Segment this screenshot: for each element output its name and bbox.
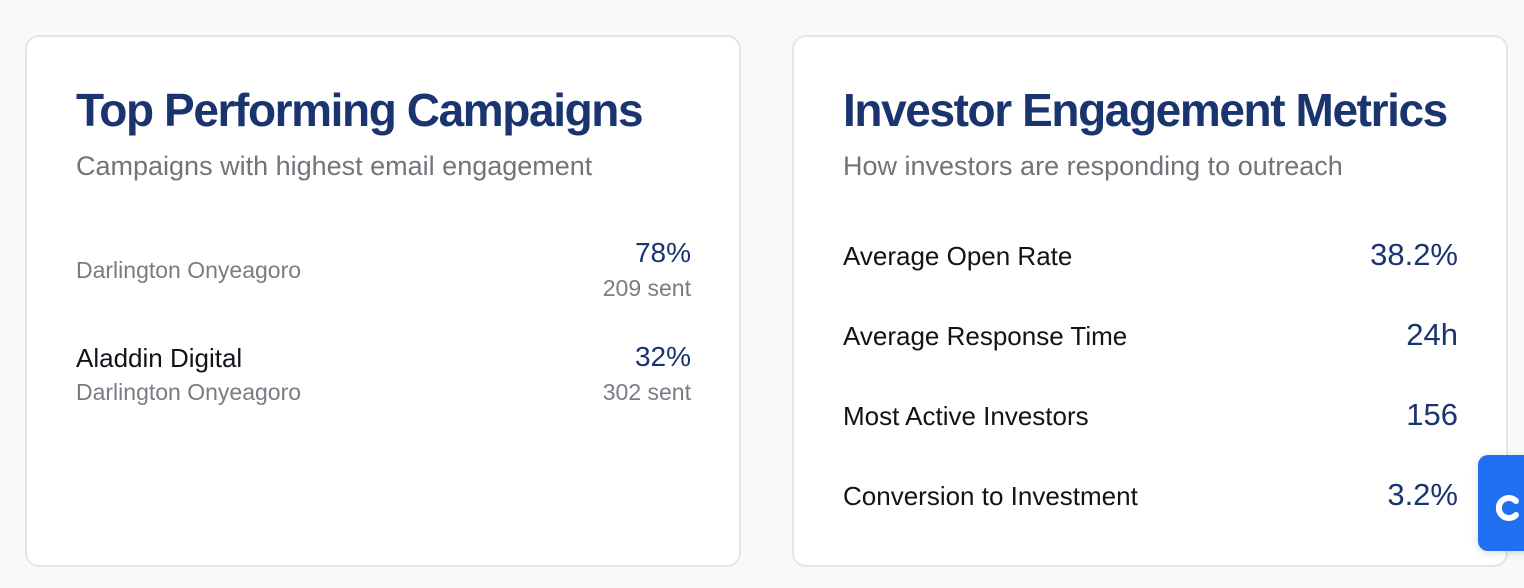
campaign-engagement-rate: 78% xyxy=(634,237,691,268)
campaign-sent-count: 209 sent xyxy=(602,275,691,301)
metric-label: Most Active Investors xyxy=(843,401,1089,431)
metric-row-conversion: Conversion to Investment 3.2% xyxy=(843,477,1458,517)
metric-label: Conversion to Investment xyxy=(843,481,1138,511)
metric-row-active-investors: Most Active Investors 156 xyxy=(843,397,1458,437)
card-title: Investor Engagement Metrics xyxy=(843,84,1448,136)
card-title: Top Performing Campaigns xyxy=(76,84,644,136)
engagement-metrics-card: Investor Engagement Metrics How investor… xyxy=(792,35,1508,567)
chat-widget-button[interactable] xyxy=(1478,455,1524,551)
campaign-owner: Darlington Onyeagoro xyxy=(76,257,302,283)
campaign-sent-count: 302 sent xyxy=(602,379,691,405)
chat-logo-icon xyxy=(1495,495,1519,521)
metric-label: Average Response Time xyxy=(843,321,1128,351)
metric-value: 24h xyxy=(1406,317,1458,352)
metric-value: 38.2% xyxy=(1370,237,1458,272)
metric-value: 156 xyxy=(1406,397,1458,432)
campaign-row[interactable]: Aladdin Digital Darlington Onyeagoro 32%… xyxy=(76,341,691,405)
campaign-name: Aladdin Digital xyxy=(76,343,243,373)
top-campaigns-card: Top Performing Campaigns Campaigns with … xyxy=(25,35,741,567)
metric-row-response-time: Average Response Time 24h xyxy=(843,317,1458,357)
metric-value: 3.2% xyxy=(1387,477,1458,512)
campaign-row[interactable]: Darlington Onyeagoro 78% 209 sent xyxy=(76,237,691,301)
campaign-engagement-rate: 32% xyxy=(634,341,691,372)
metric-row-open-rate: Average Open Rate 38.2% xyxy=(843,237,1458,277)
campaign-owner: Darlington Onyeagoro xyxy=(76,379,302,405)
card-subtitle: Campaigns with highest email engagement xyxy=(76,151,593,181)
card-subtitle: How investors are responding to outreach xyxy=(843,151,1343,181)
metric-label: Average Open Rate xyxy=(843,241,1073,271)
